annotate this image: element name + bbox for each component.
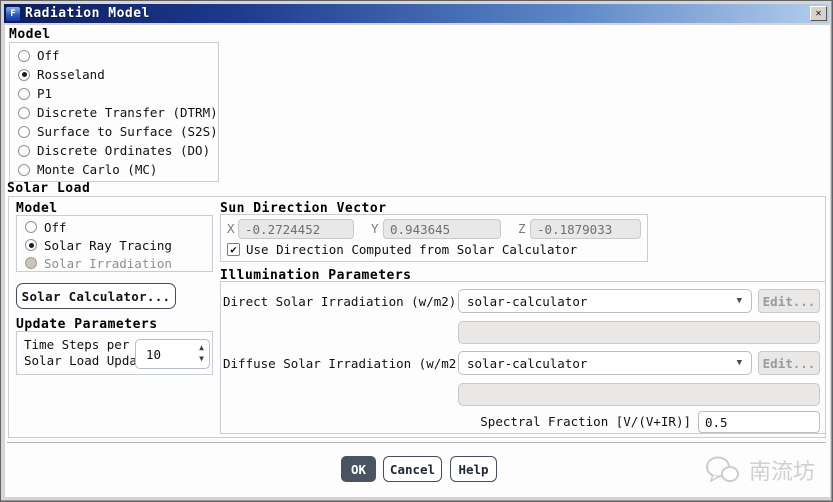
chevron-down-icon: ▼ (737, 296, 742, 306)
time-steps-spinner: ▲ ▼ (135, 339, 210, 369)
time-steps-label: Time Steps per Solar Load Update (24, 337, 152, 369)
use-direction-checkbox-row[interactable]: ✔ Use Direction Computed from Solar Calc… (227, 242, 577, 257)
direct-irradiation-value-field (458, 321, 820, 344)
sun-x-field (238, 219, 354, 239)
radio-option-p1[interactable]: P1 (10, 84, 218, 103)
model-section-heading: Model (9, 27, 51, 42)
radio-label: Solar Ray Tracing (44, 238, 172, 253)
diffuse-edit-button[interactable]: Edit... (758, 351, 820, 375)
radio-option-solar-off[interactable]: Off (17, 218, 212, 236)
solar-calculator-button[interactable]: Solar Calculator... (16, 283, 176, 309)
ok-button[interactable]: OK (341, 456, 376, 482)
sun-direction-groupbox: X Y Z ✔ Use Direction Computed from Sola… (220, 214, 648, 262)
diffuse-irradiation-dropdown[interactable]: solar-calculator ▼ (458, 351, 752, 375)
radio-option-s2s[interactable]: Surface to Surface (S2S) (10, 122, 218, 141)
sun-z-field (530, 219, 641, 239)
watermark-text: 南流坊 (749, 454, 815, 486)
diffuse-irradiation-label: Diffuse Solar Irradiation (w/m2) (223, 356, 453, 371)
dialog-content: Model Off Rosseland P1 Discrete Transfer… (5, 25, 830, 497)
footer-divider (7, 442, 826, 444)
use-direction-checkbox-label: Use Direction Computed from Solar Calcul… (246, 242, 577, 257)
radio-option-dtrm[interactable]: Discrete Transfer (DTRM) (10, 103, 218, 122)
radio-option-do[interactable]: Discrete Ordinates (DO) (10, 141, 218, 160)
radio-label: Rosseland (37, 67, 105, 82)
radio-selected-icon (18, 69, 30, 81)
x-axis-label: X (227, 221, 235, 236)
spinner-down-icon[interactable]: ▼ (199, 353, 204, 364)
chevron-down-icon: ▼ (737, 358, 742, 368)
update-parameters-groupbox: Time Steps per Solar Load Update ▲ ▼ (16, 331, 213, 375)
radio-option-solar-irradiation[interactable]: Solar Irradiation (17, 254, 212, 272)
y-axis-label: Y (371, 221, 379, 236)
solar-load-heading: Solar Load (7, 181, 90, 196)
radio-label: Off (37, 48, 60, 63)
update-parameters-heading: Update Parameters (16, 317, 158, 332)
help-button[interactable]: Help (450, 456, 497, 482)
fluent-app-icon: F (6, 7, 20, 21)
cancel-button[interactable]: Cancel (383, 456, 442, 482)
time-steps-label-line2: Solar Load Update (24, 353, 152, 369)
solar-model-groupbox: Off Solar Ray Tracing Solar Irradiation (16, 215, 213, 272)
radio-icon (18, 126, 30, 138)
watermark: 南流坊 (705, 454, 815, 486)
close-icon[interactable]: ✕ (810, 6, 827, 21)
direct-irradiation-label: Direct Solar Irradiation (w/m2) (223, 294, 453, 309)
radio-icon (18, 164, 30, 176)
radio-label: Monte Carlo (MC) (37, 162, 157, 177)
radio-icon (25, 221, 37, 233)
wechat-icon (705, 455, 741, 485)
radiation-model-dialog: F Radiation Model ✕ Model Off Rosseland … (0, 0, 833, 502)
spectral-fraction-input[interactable] (698, 411, 820, 433)
direct-edit-button[interactable]: Edit... (758, 289, 820, 313)
radio-label: P1 (37, 86, 52, 101)
radio-option-solar-ray-tracing[interactable]: Solar Ray Tracing (17, 236, 212, 254)
window-title: Radiation Model (25, 6, 150, 21)
z-axis-label: Z (518, 221, 526, 236)
model-groupbox: Off Rosseland P1 Discrete Transfer (DTRM… (9, 42, 219, 182)
radio-option-rosseland[interactable]: Rosseland (10, 65, 218, 84)
spinner-up-icon[interactable]: ▲ (199, 342, 204, 353)
direct-irradiation-dropdown[interactable]: solar-calculator ▼ (458, 289, 752, 313)
illumination-groupbox: Direct Solar Irradiation (w/m2) solar-ca… (220, 281, 826, 434)
radio-disabled-icon (25, 257, 37, 269)
radio-icon (18, 50, 30, 62)
spinner-arrows: ▲ ▼ (199, 342, 204, 364)
radio-label: Off (44, 220, 67, 235)
radio-icon (18, 88, 30, 100)
checkbox-checked-icon[interactable]: ✔ (227, 243, 240, 256)
radio-label: Discrete Transfer (DTRM) (37, 105, 218, 120)
radio-option-mc[interactable]: Monte Carlo (MC) (10, 160, 218, 179)
sun-y-field (383, 219, 501, 239)
diffuse-irradiation-value-field (458, 383, 820, 406)
spectral-fraction-label: Spectral Fraction [V/(V+IR)] (223, 414, 691, 429)
solar-model-heading: Model (16, 201, 58, 216)
radio-icon (18, 145, 30, 157)
radio-label: Discrete Ordinates (DO) (37, 143, 210, 158)
time-steps-label-line1: Time Steps per (24, 337, 152, 353)
time-steps-input[interactable] (146, 343, 182, 365)
radio-option-off[interactable]: Off (10, 46, 218, 65)
titlebar[interactable]: F Radiation Model ✕ (4, 4, 829, 23)
direct-dropdown-value: solar-calculator (467, 294, 587, 309)
radio-icon (18, 107, 30, 119)
radio-label: Solar Irradiation (44, 256, 172, 271)
radio-label: Surface to Surface (S2S) (37, 124, 218, 139)
radio-selected-icon (25, 239, 37, 251)
diffuse-dropdown-value: solar-calculator (467, 356, 587, 371)
solar-load-groupbox: Model Off Solar Ray Tracing Solar Irradi… (8, 196, 826, 438)
